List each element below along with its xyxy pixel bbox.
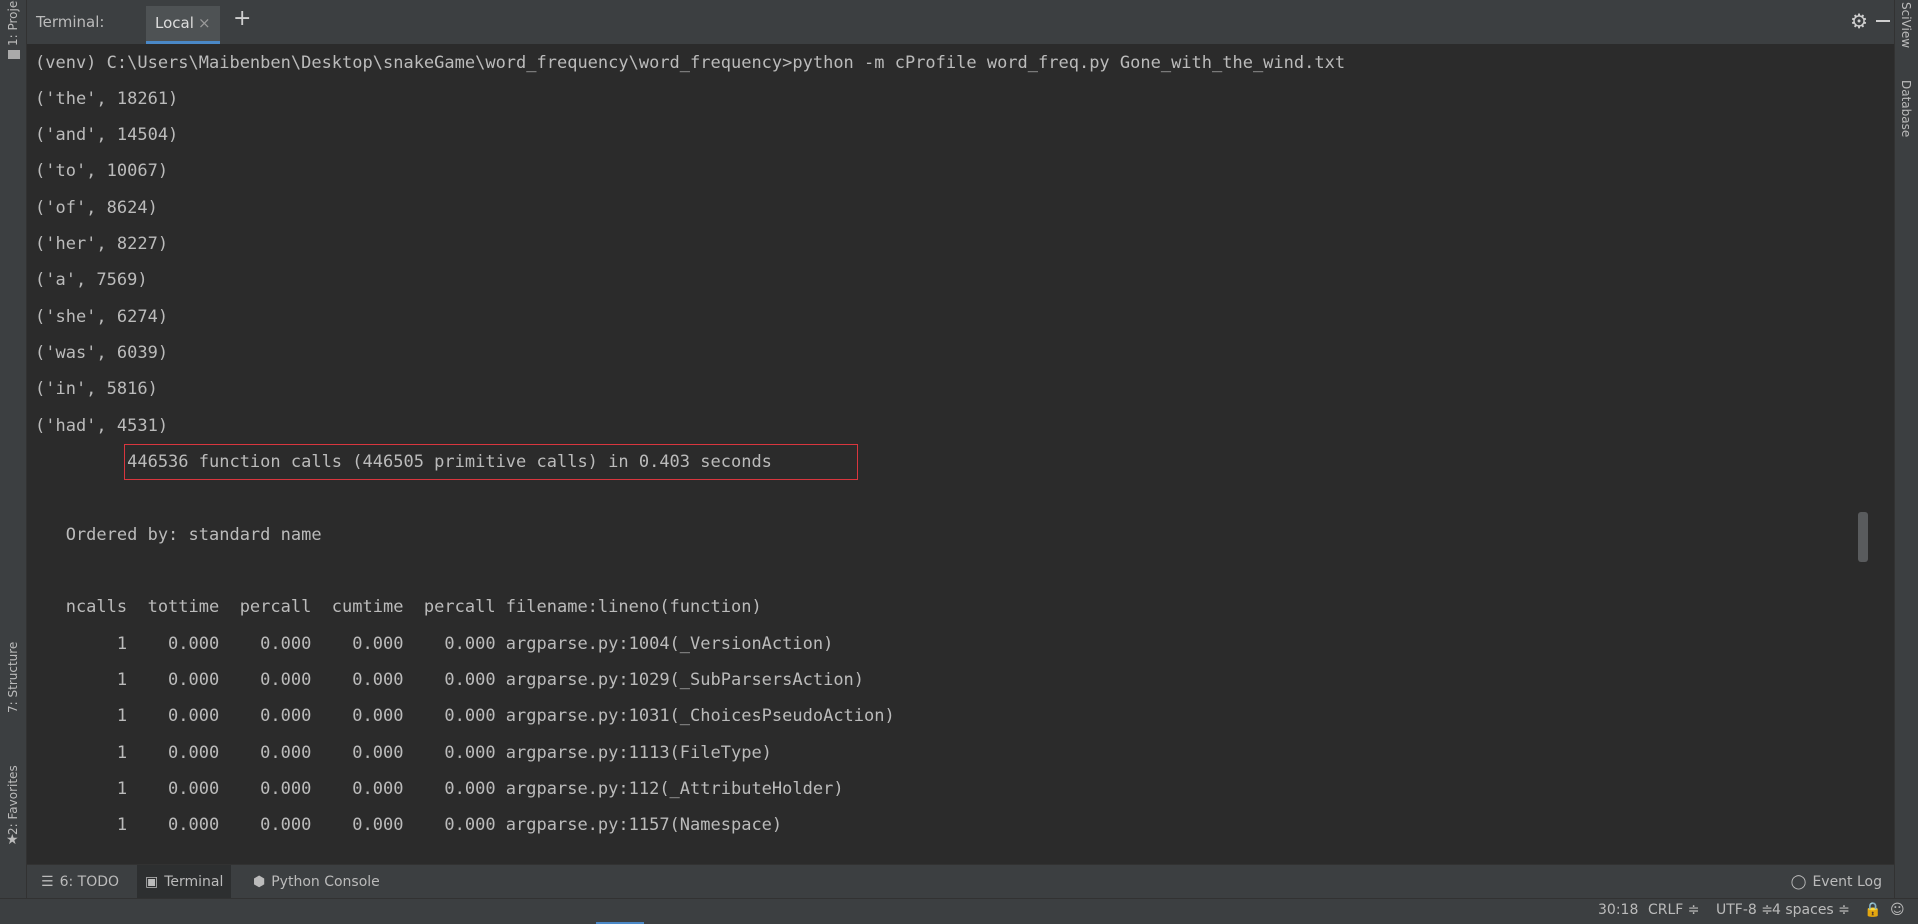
command-line: (venv) C:\Users\Maibenben\Desktop\snakeG… <box>35 53 1346 73</box>
result-line: ('her', 8227) <box>35 234 169 254</box>
ordered-by: Ordered by: standard name <box>35 525 322 545</box>
sciview-tool-tab[interactable]: SciView <box>1896 2 1916 54</box>
event-log-icon: ◯ <box>1790 874 1807 890</box>
result-line: ('to', 10067) <box>35 161 169 181</box>
tab-python-console-label: Python Console <box>271 874 380 890</box>
tool-window-bar: ☰ 6: TODO ▣ Terminal ⬢ Python Console ◯ Even… <box>27 864 1894 899</box>
lock-icon[interactable]: 🔒 <box>1864 902 1881 918</box>
file-encoding[interactable]: UTF-8 ≑ <box>1716 902 1773 918</box>
stats-row: 1 0.000 0.000 0.000 0.000 argparse.py:11… <box>35 779 844 799</box>
tab-python-console[interactable]: ⬢ Python Console <box>245 865 388 899</box>
terminal-header: Terminal: Local × + ⚙ <box>27 0 1894 45</box>
tab-local[interactable]: Local × <box>146 6 220 44</box>
stats-row: 1 0.000 0.000 0.000 0.000 argparse.py:10… <box>35 634 834 654</box>
result-line: ('the', 18261) <box>35 89 179 109</box>
gear-icon[interactable]: ⚙ <box>1850 9 1868 33</box>
notifications-icon[interactable]: ☺ <box>1890 902 1905 918</box>
structure-tool-tab[interactable]: 7: Structure <box>3 630 23 725</box>
line-separator[interactable]: CRLF ≑ <box>1648 902 1700 918</box>
event-log-label: Event Log <box>1812 874 1882 890</box>
result-line: ('she', 6274) <box>35 307 169 327</box>
tab-todo[interactable]: ☰ 6: TODO <box>33 865 127 899</box>
list-icon: ☰ <box>41 874 54 890</box>
vertical-scrollbar[interactable] <box>1858 512 1868 562</box>
close-icon[interactable]: × <box>198 14 211 32</box>
add-tab-icon[interactable]: + <box>233 6 251 31</box>
result-line: ('had', 4531) <box>35 416 169 436</box>
stats-row: 1 0.000 0.000 0.000 0.000 argparse.py:11… <box>35 815 783 835</box>
terminal-title: Terminal: <box>36 13 105 31</box>
star-icon: ★ <box>6 832 19 848</box>
stats-header: ncalls tottime percall cumtime percall f… <box>35 597 762 617</box>
left-tool-stripe: 1: Project 7: Structure 2: Favorites ★ <box>0 0 27 923</box>
stats-row: 1 0.000 0.000 0.000 0.000 argparse.py:11… <box>35 743 772 763</box>
database-tool-tab[interactable]: Database <box>1896 80 1916 160</box>
status-bar: 30:18 CRLF ≑ UTF-8 ≑ 4 spaces ≑ 🔒 ☺ <box>0 898 1918 924</box>
folder-icon <box>8 50 20 59</box>
tab-todo-label: 6: TODO <box>59 874 120 890</box>
result-line: ('and', 14504) <box>35 125 179 145</box>
indent-setting[interactable]: 4 spaces ≑ <box>1772 902 1850 918</box>
tab-local-label: Local <box>155 14 194 32</box>
caret-position[interactable]: 30:18 <box>1598 902 1638 918</box>
stats-row: 1 0.000 0.000 0.000 0.000 argparse.py:10… <box>35 706 895 726</box>
right-tool-stripe: SciView Database <box>1894 0 1918 923</box>
project-tool-tab[interactable]: 1: Project <box>3 0 23 46</box>
result-line: ('was', 6039) <box>35 343 169 363</box>
python-icon: ⬢ <box>253 874 266 890</box>
minimize-icon[interactable] <box>1876 10 1890 26</box>
event-log-button[interactable]: ◯ Event Log <box>1783 865 1890 899</box>
result-line: ('a', 7569) <box>35 270 148 290</box>
tab-terminal-label: Terminal <box>164 874 224 890</box>
terminal-output[interactable]: (venv) C:\Users\Maibenben\Desktop\snakeG… <box>27 44 1894 864</box>
tab-terminal[interactable]: ▣ Terminal <box>137 865 232 899</box>
result-line: ('in', 5816) <box>35 379 158 399</box>
terminal-icon: ▣ <box>145 874 159 890</box>
stats-row: 1 0.000 0.000 0.000 0.000 argparse.py:10… <box>35 670 865 690</box>
result-line: ('of', 8624) <box>35 198 158 218</box>
profile-summary: 446536 function calls (446505 primitive … <box>35 452 772 472</box>
